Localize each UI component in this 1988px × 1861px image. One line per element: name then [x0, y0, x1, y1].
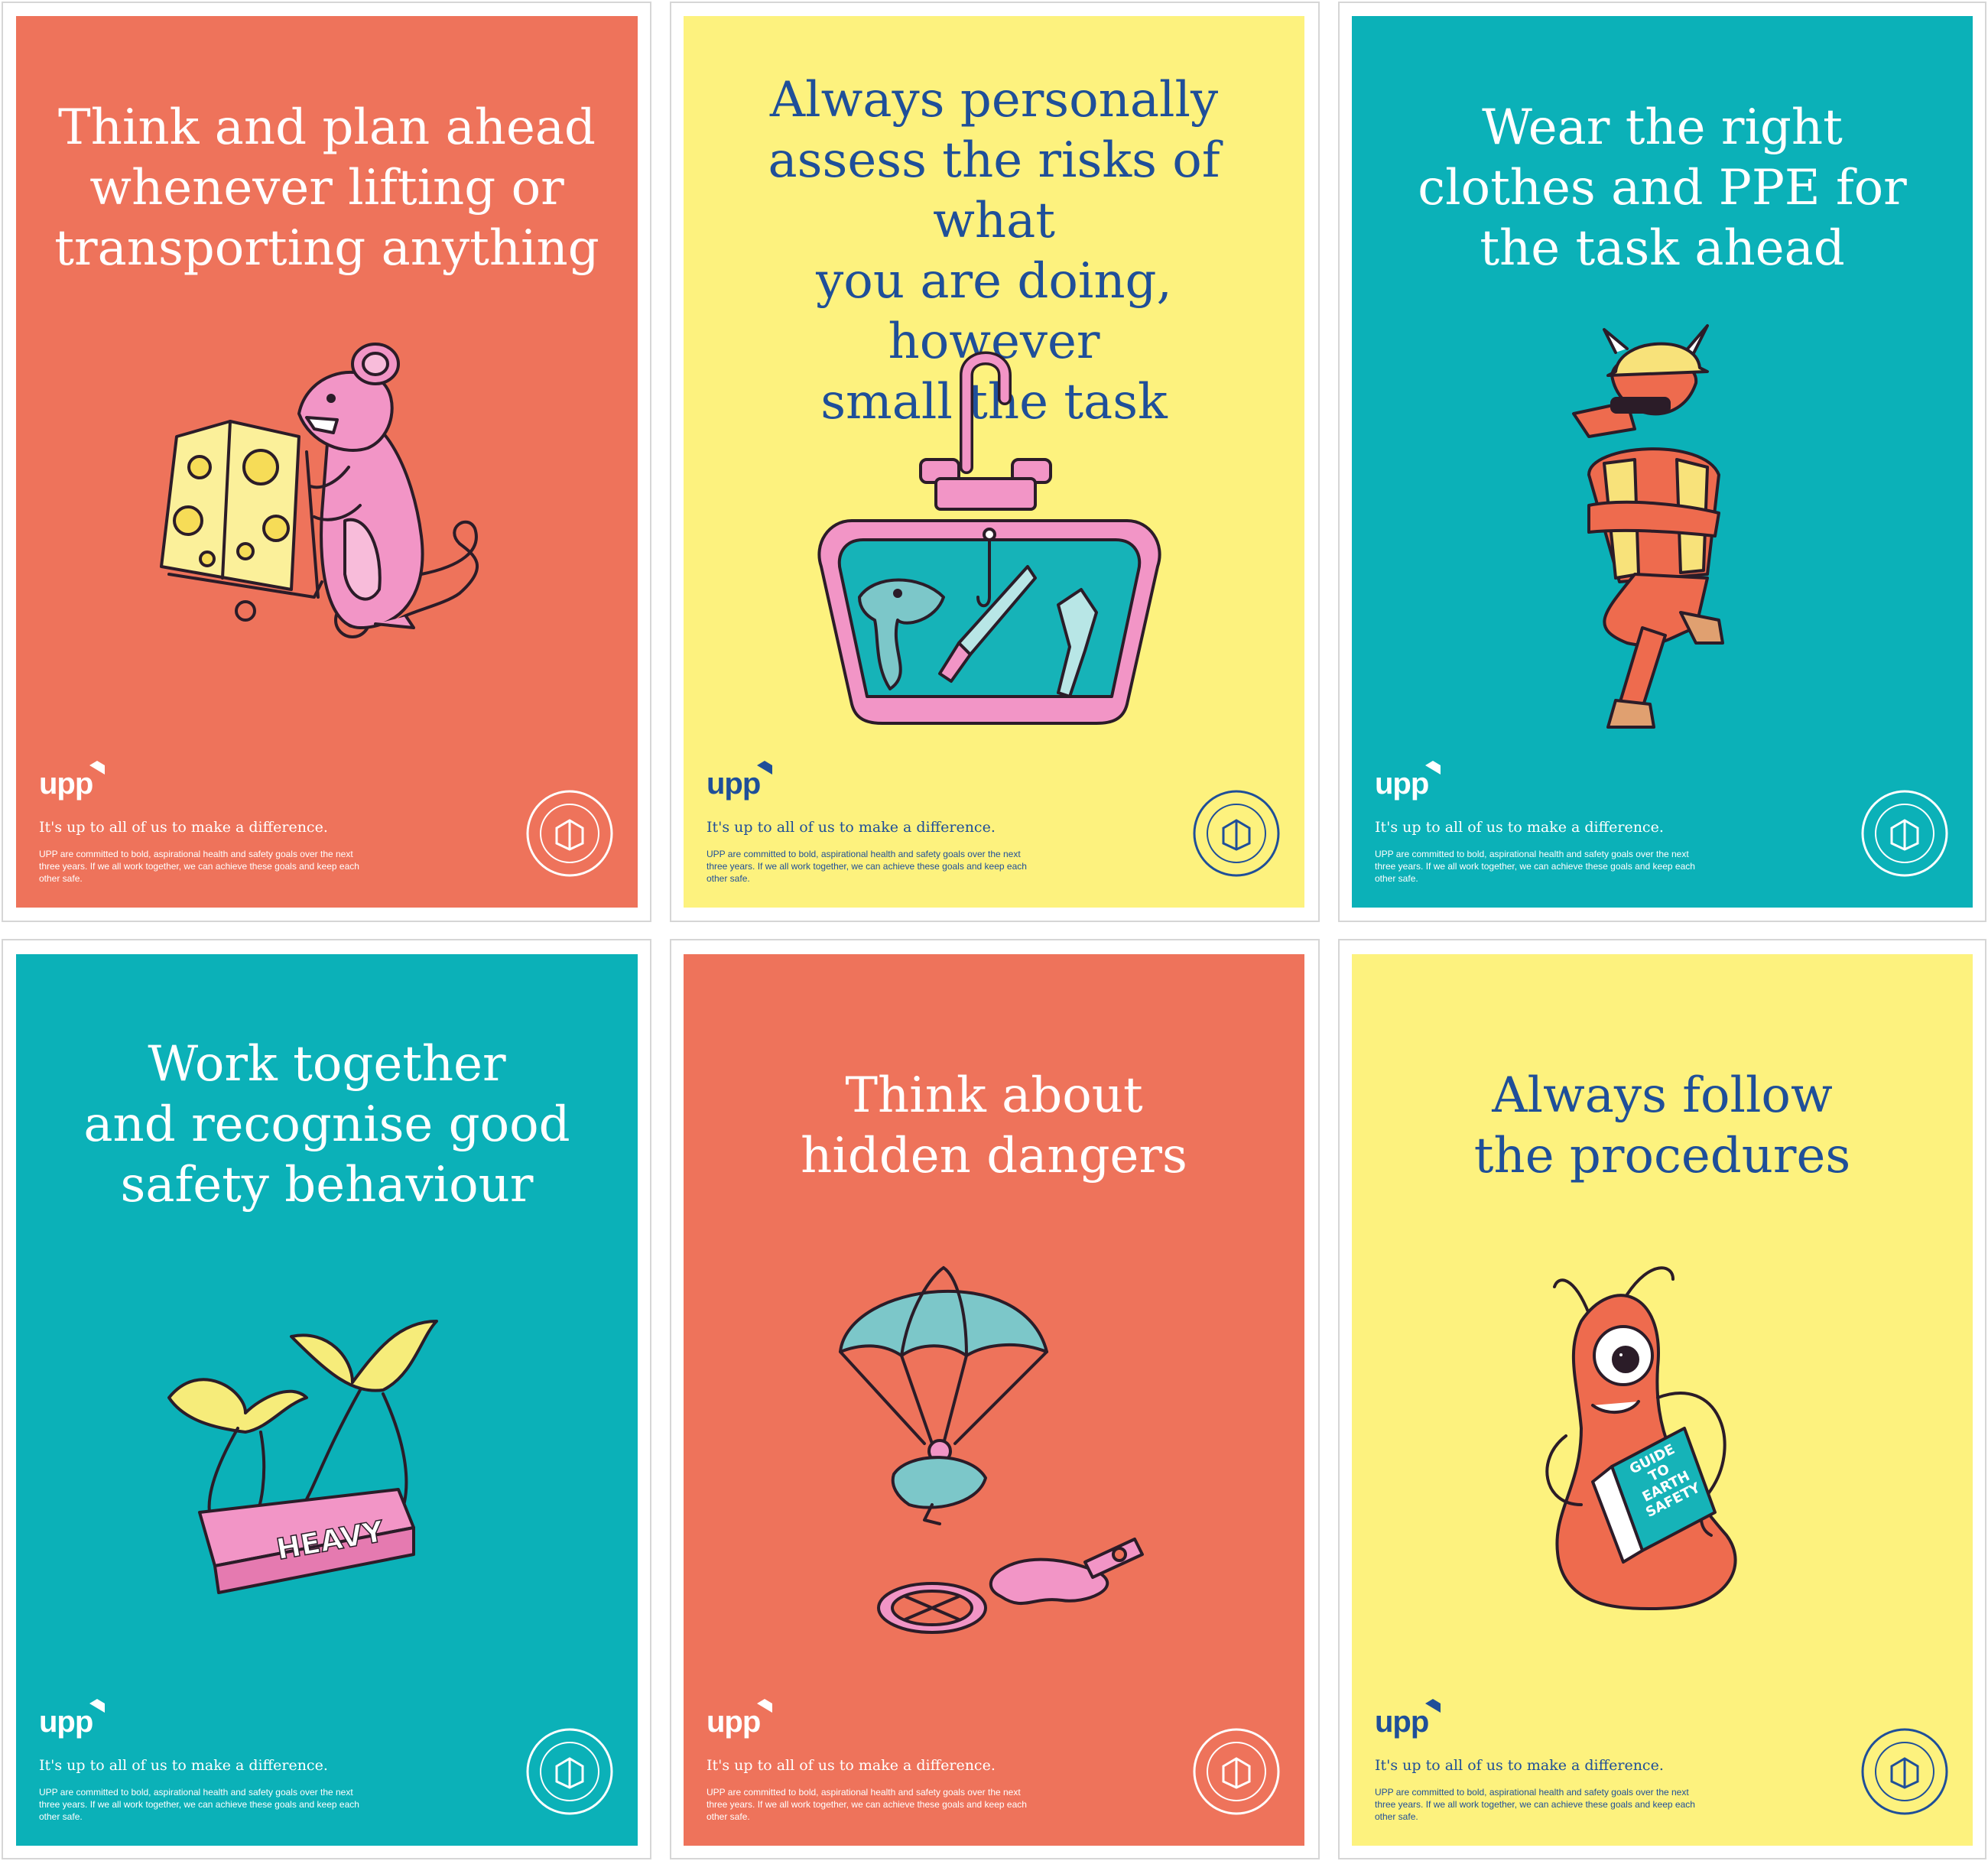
headline-line: the task ahead	[1480, 220, 1845, 277]
upp-logo-mark-icon	[1425, 761, 1441, 775]
headline-line: Always personally	[769, 72, 1219, 128]
commitment-text: UPP are committed to bold, aspirational …	[1375, 1787, 1695, 1822]
headline-line: assess the risks of what	[768, 132, 1220, 249]
poster-1: Think and plan ahead whenever lifting or…	[16, 16, 638, 908]
parachute-manhole-spill-illustration	[839, 1266, 1144, 1634]
tagline: It's up to all of us to make a differenc…	[39, 819, 328, 836]
alien-reading-guide-illustration: GUIDE TO EARTH SAFETY	[1545, 1266, 1737, 1611]
commitment-text: UPP are committed to bold, aspirational …	[39, 849, 359, 884]
headline-line: Work together	[148, 1036, 506, 1093]
poster-headline: Always follow the procedures	[1352, 1066, 1973, 1187]
tagline: It's up to all of us to make a differenc…	[707, 819, 996, 836]
upp-logo: upp	[1375, 767, 1429, 801]
wellbeing-badge-icon	[1193, 1728, 1280, 1815]
upp-logo: upp	[39, 1705, 93, 1739]
wellbeing-badge-icon	[1193, 790, 1280, 877]
poster-2: Always personally assess the risks of wh…	[684, 16, 1304, 908]
poster-headline: Wear the right clothes and PPE for the t…	[1352, 98, 1973, 279]
commitment-text: UPP are committed to bold, aspirational …	[707, 1787, 1027, 1822]
upp-logo-mark-icon	[757, 761, 772, 775]
poster-5: Think about hidden dangers upp It's up t…	[684, 954, 1304, 1846]
wellbeing-badge-icon	[526, 1728, 613, 1815]
headline-line: whenever lifting or	[89, 160, 564, 216]
commitment-text: UPP are committed to bold, aspirational …	[39, 1787, 359, 1822]
headline-line: Think about	[845, 1067, 1143, 1124]
upp-logo: upp	[707, 767, 761, 801]
upp-logo-mark-icon	[89, 1699, 105, 1713]
birds-carrying-heavy-box-illustration: HEAVY	[167, 1320, 438, 1594]
poster-headline: Think and plan ahead whenever lifting or…	[16, 98, 638, 279]
tagline: It's up to all of us to make a differenc…	[1375, 1757, 1664, 1774]
poster-4: Work together and recognise good safety …	[16, 954, 638, 1846]
upp-logo-mark-icon	[89, 761, 105, 775]
headline-line: Wear the right	[1482, 99, 1843, 156]
headline-line: the procedures	[1473, 1128, 1851, 1184]
upp-logo: upp	[39, 767, 93, 801]
tagline: It's up to all of us to make a differenc…	[1375, 819, 1664, 836]
wellbeing-badge-icon	[1861, 790, 1948, 877]
commitment-text: UPP are committed to bold, aspirational …	[707, 849, 1027, 884]
upp-logo: upp	[1375, 1705, 1429, 1739]
tagline: It's up to all of us to make a differenc…	[707, 1757, 996, 1774]
poster-6: Always follow the procedures GUIDE TO EA…	[1352, 954, 1973, 1846]
poster-3: Wear the right clothes and PPE for the t…	[1352, 16, 1973, 908]
headline-line: Always follow	[1492, 1067, 1833, 1124]
headline-line: clothes and PPE for	[1418, 160, 1907, 216]
poster-headline: Think about hidden dangers	[684, 1066, 1304, 1187]
headline-line: hidden dangers	[801, 1128, 1187, 1184]
upp-logo: upp	[707, 1705, 761, 1739]
tagline: It's up to all of us to make a differenc…	[39, 1757, 328, 1774]
headline-line: and recognise good	[83, 1096, 570, 1153]
commitment-text: UPP are committed to bold, aspirational …	[1375, 849, 1695, 884]
upp-logo-mark-icon	[1425, 1699, 1441, 1713]
mouse-cheese-trolley-illustration	[160, 343, 479, 638]
headline-line: Think and plan ahead	[58, 99, 596, 156]
shark-in-sink-illustration	[817, 351, 1161, 725]
headline-line: safety behaviour	[120, 1157, 534, 1213]
upp-logo-mark-icon	[757, 1699, 772, 1713]
wellbeing-badge-icon	[526, 790, 613, 877]
wellbeing-badge-icon	[1861, 1728, 1948, 1815]
headline-line: transporting anything	[54, 220, 599, 277]
poster-headline: Work together and recognise good safety …	[16, 1034, 638, 1216]
devil-in-ppe-illustration	[1572, 324, 1724, 729]
